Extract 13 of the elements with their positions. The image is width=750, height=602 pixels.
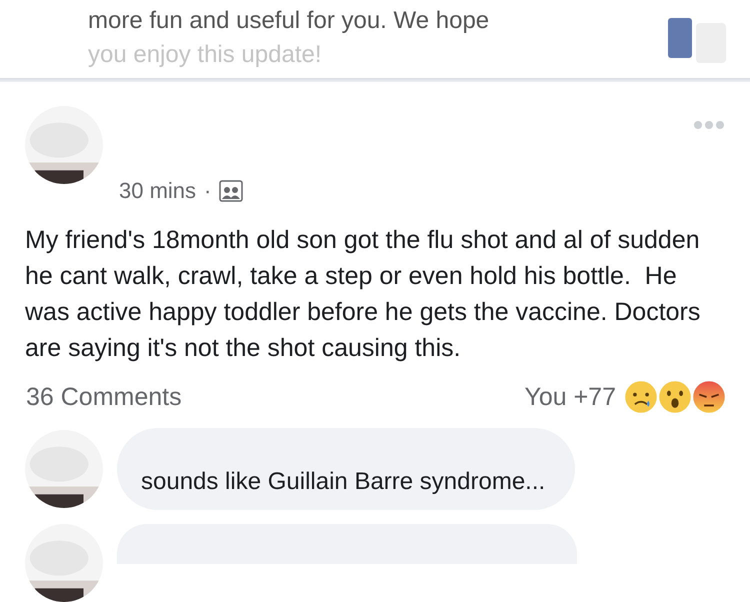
group-icon xyxy=(219,180,244,202)
post-text: My friend's 18month old son got the flu shot and al of sudden he cant walk, crawl, take a step or even hold his bottle. He was active happy toddler before he gets the vaccine. Doctors are saying it's not the shot causing this. xyxy=(25,225,702,364)
angry-reaction-icon xyxy=(692,380,726,414)
comment-text: sounds like Guillain Barre syndrome... xyxy=(117,428,576,510)
notice-text: more fun and useful for you. We hope xyxy=(88,6,490,36)
reactions-text[interactable]: You +77 xyxy=(524,382,616,412)
more-options-icon[interactable] xyxy=(693,120,725,130)
comments-count[interactable]: 36 Comments xyxy=(26,382,182,412)
post-time: 30 mins xyxy=(119,178,196,204)
sad-reaction-icon xyxy=(624,380,658,414)
notice-text: you enjoy this update! xyxy=(88,40,322,70)
separator-dot: · xyxy=(204,178,212,204)
wow-reaction-icon xyxy=(658,380,692,414)
